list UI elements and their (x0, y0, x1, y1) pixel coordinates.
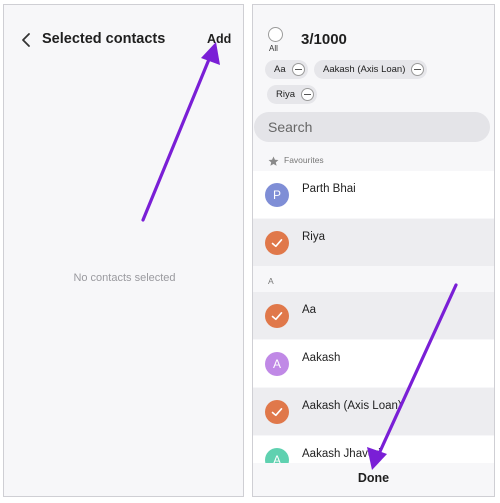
search-placeholder: Search (268, 119, 313, 135)
chip-remove-icon[interactable] (301, 88, 315, 101)
chip-label: Aa (274, 64, 286, 75)
contact-name: Aakash Jhaveri (302, 448, 381, 460)
selection-count: 3/1000 (301, 31, 347, 48)
list-item[interactable]: Aakash (Axis Loan) (253, 388, 494, 435)
contact-name: Aakash (302, 352, 341, 364)
select-all-label: All (269, 44, 278, 53)
chip-riya: Riya (267, 85, 318, 104)
list-item[interactable]: P Parth Bhai (253, 171, 494, 218)
section-header-a: A (268, 276, 274, 286)
check-icon (271, 239, 283, 248)
done-button[interactable]: Done (253, 471, 494, 485)
check-icon (271, 312, 283, 321)
section-header-favourites: Favourites (284, 155, 324, 165)
avatar: P (265, 183, 289, 207)
empty-state-message: No contacts selected (73, 272, 176, 284)
list-item[interactable]: A Aakash (253, 340, 494, 387)
page-title: Selected contacts (42, 31, 166, 47)
select-all-checkbox[interactable] (268, 27, 283, 42)
list-item[interactable]: Aa (253, 292, 494, 339)
chip-remove-icon[interactable] (291, 63, 305, 76)
check-icon (271, 408, 283, 417)
star-icon (268, 156, 279, 166)
chip-label: Riya (276, 89, 296, 100)
search-input[interactable]: Search (254, 112, 490, 142)
contact-name: Riya (302, 231, 326, 243)
chip-label: Aakash (Axis Loan) (323, 64, 406, 75)
contact-name: Aa (302, 304, 317, 316)
selected-contacts-screen: Selected contacts Add No contacts select… (3, 4, 244, 497)
list-item[interactable]: Riya (253, 219, 494, 266)
chip-aakash-axis-loan: Aakash (Axis Loan) (314, 60, 428, 79)
back-chevron-icon[interactable] (18, 31, 36, 49)
contact-name: Aakash (Axis Loan) (302, 400, 402, 412)
contact-name: Parth Bhai (302, 183, 356, 195)
chip-aa: Aa (265, 60, 308, 79)
add-button[interactable]: Add (207, 32, 231, 46)
chip-remove-icon[interactable] (411, 63, 425, 76)
select-all-toggle[interactable]: All (267, 27, 287, 57)
avatar (265, 400, 289, 424)
avatar (265, 231, 289, 255)
contact-picker-screen: All 3/1000 Aa Aakash (Axis Loan) Riya Se… (252, 4, 495, 497)
avatar: A (265, 352, 289, 376)
avatar (265, 304, 289, 328)
